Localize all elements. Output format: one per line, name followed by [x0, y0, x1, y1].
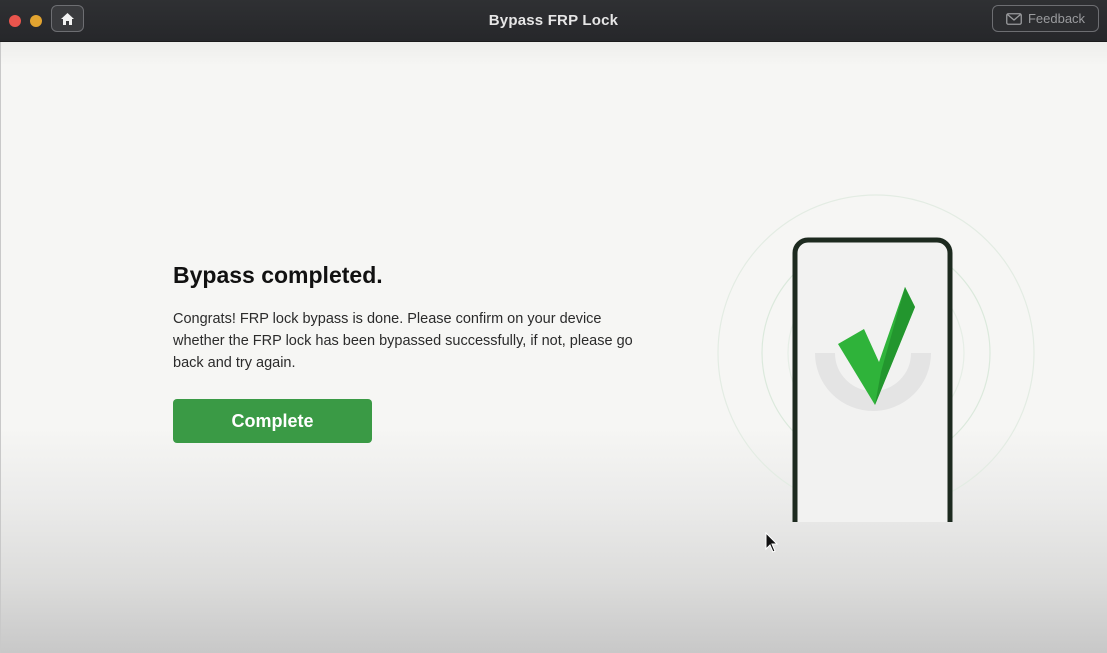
phone-check-icon: [717, 194, 1035, 522]
feedback-label: Feedback: [1027, 11, 1086, 26]
title-bar: Bypass FRP Lock Feedback: [0, 0, 1107, 42]
app-window: Bypass FRP Lock Feedback Bypass complete…: [0, 0, 1107, 653]
status-message: Congrats! FRP lock bypass is done. Pleas…: [173, 311, 633, 371]
page-heading: Bypass completed.: [173, 262, 383, 288]
mouse-cursor-icon: [765, 532, 779, 553]
window-title: Bypass FRP Lock: [488, 12, 619, 29]
complete-button-label: Complete: [231, 410, 314, 431]
feedback-button[interactable]: Feedback: [992, 5, 1099, 32]
mail-icon: [1006, 12, 1022, 25]
complete-button[interactable]: Complete: [173, 399, 372, 443]
main-content: Bypass completed. Congrats! FRP lock byp…: [0, 42, 1107, 653]
